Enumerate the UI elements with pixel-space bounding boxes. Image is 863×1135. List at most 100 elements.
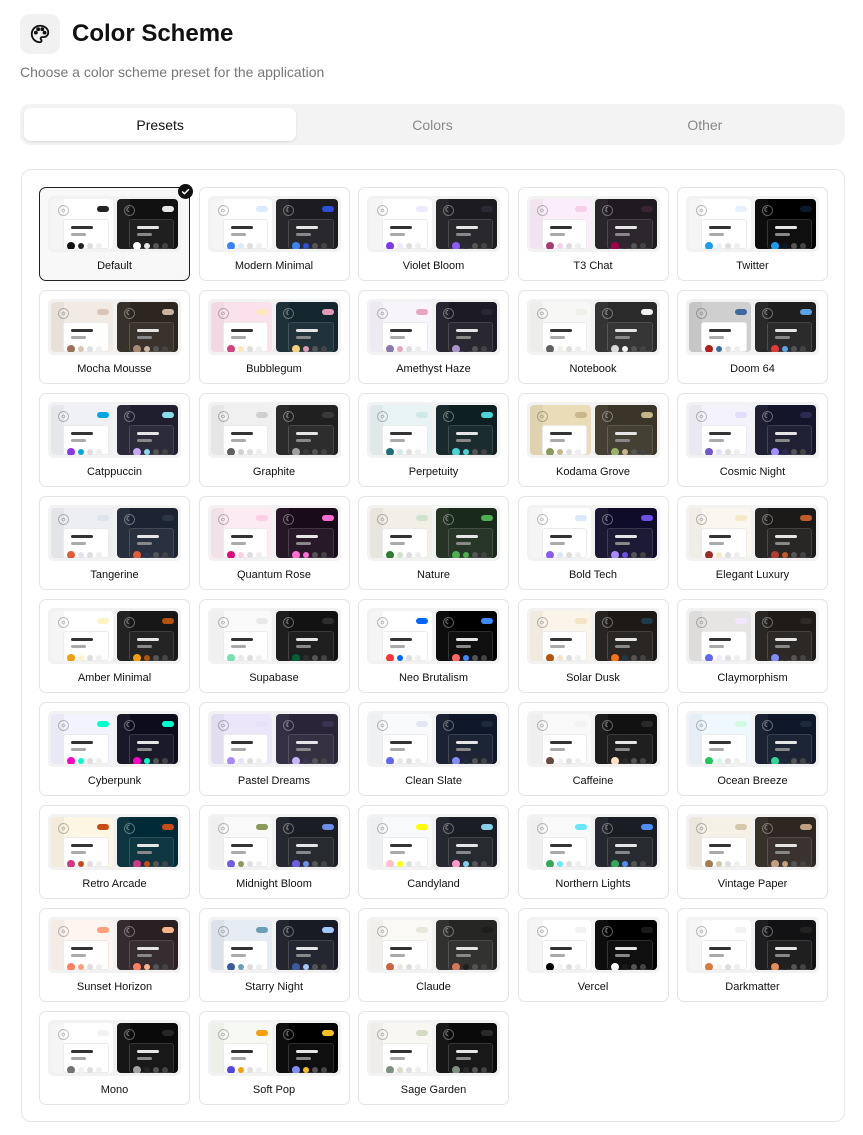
- text-line: [615, 947, 637, 950]
- primary-pill: [481, 412, 493, 418]
- preset-card[interactable]: ☼ ☾ Neo Brutalism: [358, 599, 509, 693]
- color-dot: [143, 655, 150, 661]
- color-dot: [386, 242, 394, 249]
- swatch-dots: [545, 345, 581, 352]
- text-line: [296, 336, 311, 339]
- preset-card[interactable]: ☼ ☾ Retro Arcade: [39, 805, 190, 899]
- preset-card[interactable]: ☼ ☾ Violet Bloom: [358, 187, 509, 281]
- text-line: [136, 542, 152, 545]
- color-dot: [799, 964, 806, 970]
- text-line: [455, 439, 471, 442]
- text-line: [230, 233, 246, 236]
- color-dot: [462, 758, 469, 764]
- preset-name: Tangerine: [90, 569, 139, 581]
- preset-card[interactable]: ☼ ☾ Perpetuity: [358, 393, 509, 487]
- preset-card[interactable]: ☼ ☾ Sage Garden: [358, 1011, 509, 1105]
- color-dot: [565, 861, 572, 867]
- preset-card[interactable]: ☼ ☾ Clean Slate: [358, 702, 509, 796]
- tab-colors[interactable]: Colors: [296, 108, 568, 141]
- color-dot: [312, 964, 318, 970]
- preset-card[interactable]: ☼ ☾ Soft Pop: [198, 1011, 350, 1105]
- preset-card[interactable]: ☼ ☾ T3 Chat: [517, 187, 669, 281]
- preset-card[interactable]: ☼ ☾ Twitter: [677, 187, 828, 281]
- preset-card[interactable]: ☼ ☾ Mono: [39, 1011, 190, 1105]
- color-dot: [631, 964, 637, 970]
- preset-card[interactable]: ☼ ☾ Claude: [358, 908, 509, 1002]
- preset-card[interactable]: ☼ ☾ Sunset Horizon: [39, 908, 190, 1002]
- preset-card[interactable]: ☼ ☾ Vintage Paper: [677, 805, 828, 899]
- preset-card[interactable]: ☼ ☾ Candyland: [358, 805, 509, 899]
- preset-card[interactable]: ☼ ☾ Vercel: [517, 908, 669, 1002]
- preset-card[interactable]: ☼ ☾ Doom 64: [677, 290, 828, 384]
- color-dot: [471, 346, 478, 352]
- moon-icon: ☾: [283, 308, 294, 319]
- moon-icon: ☾: [123, 205, 135, 216]
- sun-icon: ☼: [217, 823, 229, 834]
- preset-card[interactable]: ☼ ☾ Claymorphism: [677, 599, 828, 693]
- swatch-dots: [770, 345, 806, 352]
- sun-icon: ☼: [58, 1029, 69, 1040]
- text-line: [71, 432, 93, 435]
- text-line: [549, 954, 565, 957]
- color-dot: [556, 243, 563, 249]
- moon-icon: ☾: [761, 926, 773, 937]
- color-dot: [471, 964, 478, 970]
- color-dot: [386, 448, 394, 455]
- dark-mode-swatch: ☾: [754, 405, 816, 455]
- preset-preview: ☼ ☾: [686, 299, 819, 355]
- preset-card[interactable]: ☼ ☾ Caffeine: [517, 702, 669, 796]
- preset-card[interactable]: ☼ ☾ Catppuccin: [39, 393, 190, 487]
- preset-card[interactable]: ☼ ☾ Bubblegum: [198, 290, 350, 384]
- preset-card[interactable]: ☼ ☾ Amber Minimal: [39, 599, 190, 693]
- text-line: [549, 432, 572, 435]
- color-dot: [574, 346, 581, 352]
- light-mode-swatch: ☼: [51, 508, 113, 558]
- tab-other[interactable]: Other: [569, 108, 841, 141]
- preset-card[interactable]: ☼ ☾ Kodama Grove: [517, 393, 669, 487]
- preset-card[interactable]: ☼ ☾ Cyberpunk: [39, 702, 190, 796]
- color-dot: [462, 552, 469, 558]
- dark-mode-swatch: ☾: [435, 611, 497, 661]
- preset-card[interactable]: ☼ ☾ Northern Lights: [517, 805, 669, 899]
- swatch-dots: [292, 1066, 327, 1073]
- dark-mode-swatch: ☾: [595, 508, 657, 558]
- swatch-dots: [611, 757, 646, 764]
- light-mode-swatch: ☼: [529, 508, 591, 558]
- preset-card[interactable]: ☼ ☾ Supabase: [198, 599, 350, 693]
- preset-card[interactable]: ☼ ☾ Starry Night: [198, 908, 350, 1002]
- color-dot: [132, 757, 141, 764]
- light-mode-swatch: ☼: [370, 508, 432, 558]
- light-mode-swatch: ☼: [370, 302, 432, 352]
- preset-card[interactable]: ☼ ☾ Tangerine: [39, 496, 190, 590]
- preset-name: Vercel: [577, 981, 609, 993]
- preset-card[interactable]: ☼ ☾ Mocha Mousse: [39, 290, 190, 384]
- primary-pill: [321, 412, 334, 418]
- sun-icon: ☼: [536, 514, 548, 525]
- preset-card[interactable]: ☼ ☾ Pastel Dreams: [198, 702, 350, 796]
- dark-mode-swatch: ☾: [116, 817, 178, 867]
- preset-card[interactable]: ☼ ☾ Cosmic Night: [677, 393, 828, 487]
- preset-card[interactable]: ☼ ☾ Modern Minimal: [198, 187, 350, 281]
- preset-card[interactable]: ☼ ☾ Amethyst Haze: [358, 290, 509, 384]
- text-line: [71, 542, 86, 545]
- preset-card[interactable]: ☼ ☾ Default: [39, 184, 193, 281]
- preset-card[interactable]: ☼ ☾ Graphite: [198, 393, 350, 487]
- preset-card[interactable]: ☼ ☾ Ocean Breeze: [677, 702, 828, 796]
- preset-card[interactable]: ☼ ☾ Darkmatter: [677, 908, 828, 1002]
- preset-card[interactable]: ☼ ☾ Solar Dusk: [517, 599, 669, 693]
- preset-card[interactable]: ☼ ☾ Quantum Rose: [198, 496, 350, 590]
- text-line: [774, 748, 790, 751]
- preset-card[interactable]: ☼ ☾ Nature: [358, 496, 509, 590]
- preset-preview: ☼ ☾: [48, 917, 181, 973]
- preset-card[interactable]: ☼ ☾ Elegant Luxury: [677, 496, 828, 590]
- preset-card[interactable]: ☼ ☾ Midnight Bloom: [198, 805, 350, 899]
- preset-card[interactable]: ☼ ☾ Notebook: [517, 290, 669, 384]
- dark-mode-swatch: ☾: [116, 714, 178, 764]
- moon-icon: ☾: [123, 617, 135, 628]
- moon-icon: ☾: [442, 411, 454, 422]
- tab-presets[interactable]: Presets: [24, 108, 297, 141]
- text-line: [390, 535, 412, 538]
- primary-pill: [162, 618, 174, 624]
- preset-preview: ☼ ☾: [686, 711, 819, 767]
- preset-card[interactable]: ☼ ☾ Bold Tech: [517, 496, 669, 590]
